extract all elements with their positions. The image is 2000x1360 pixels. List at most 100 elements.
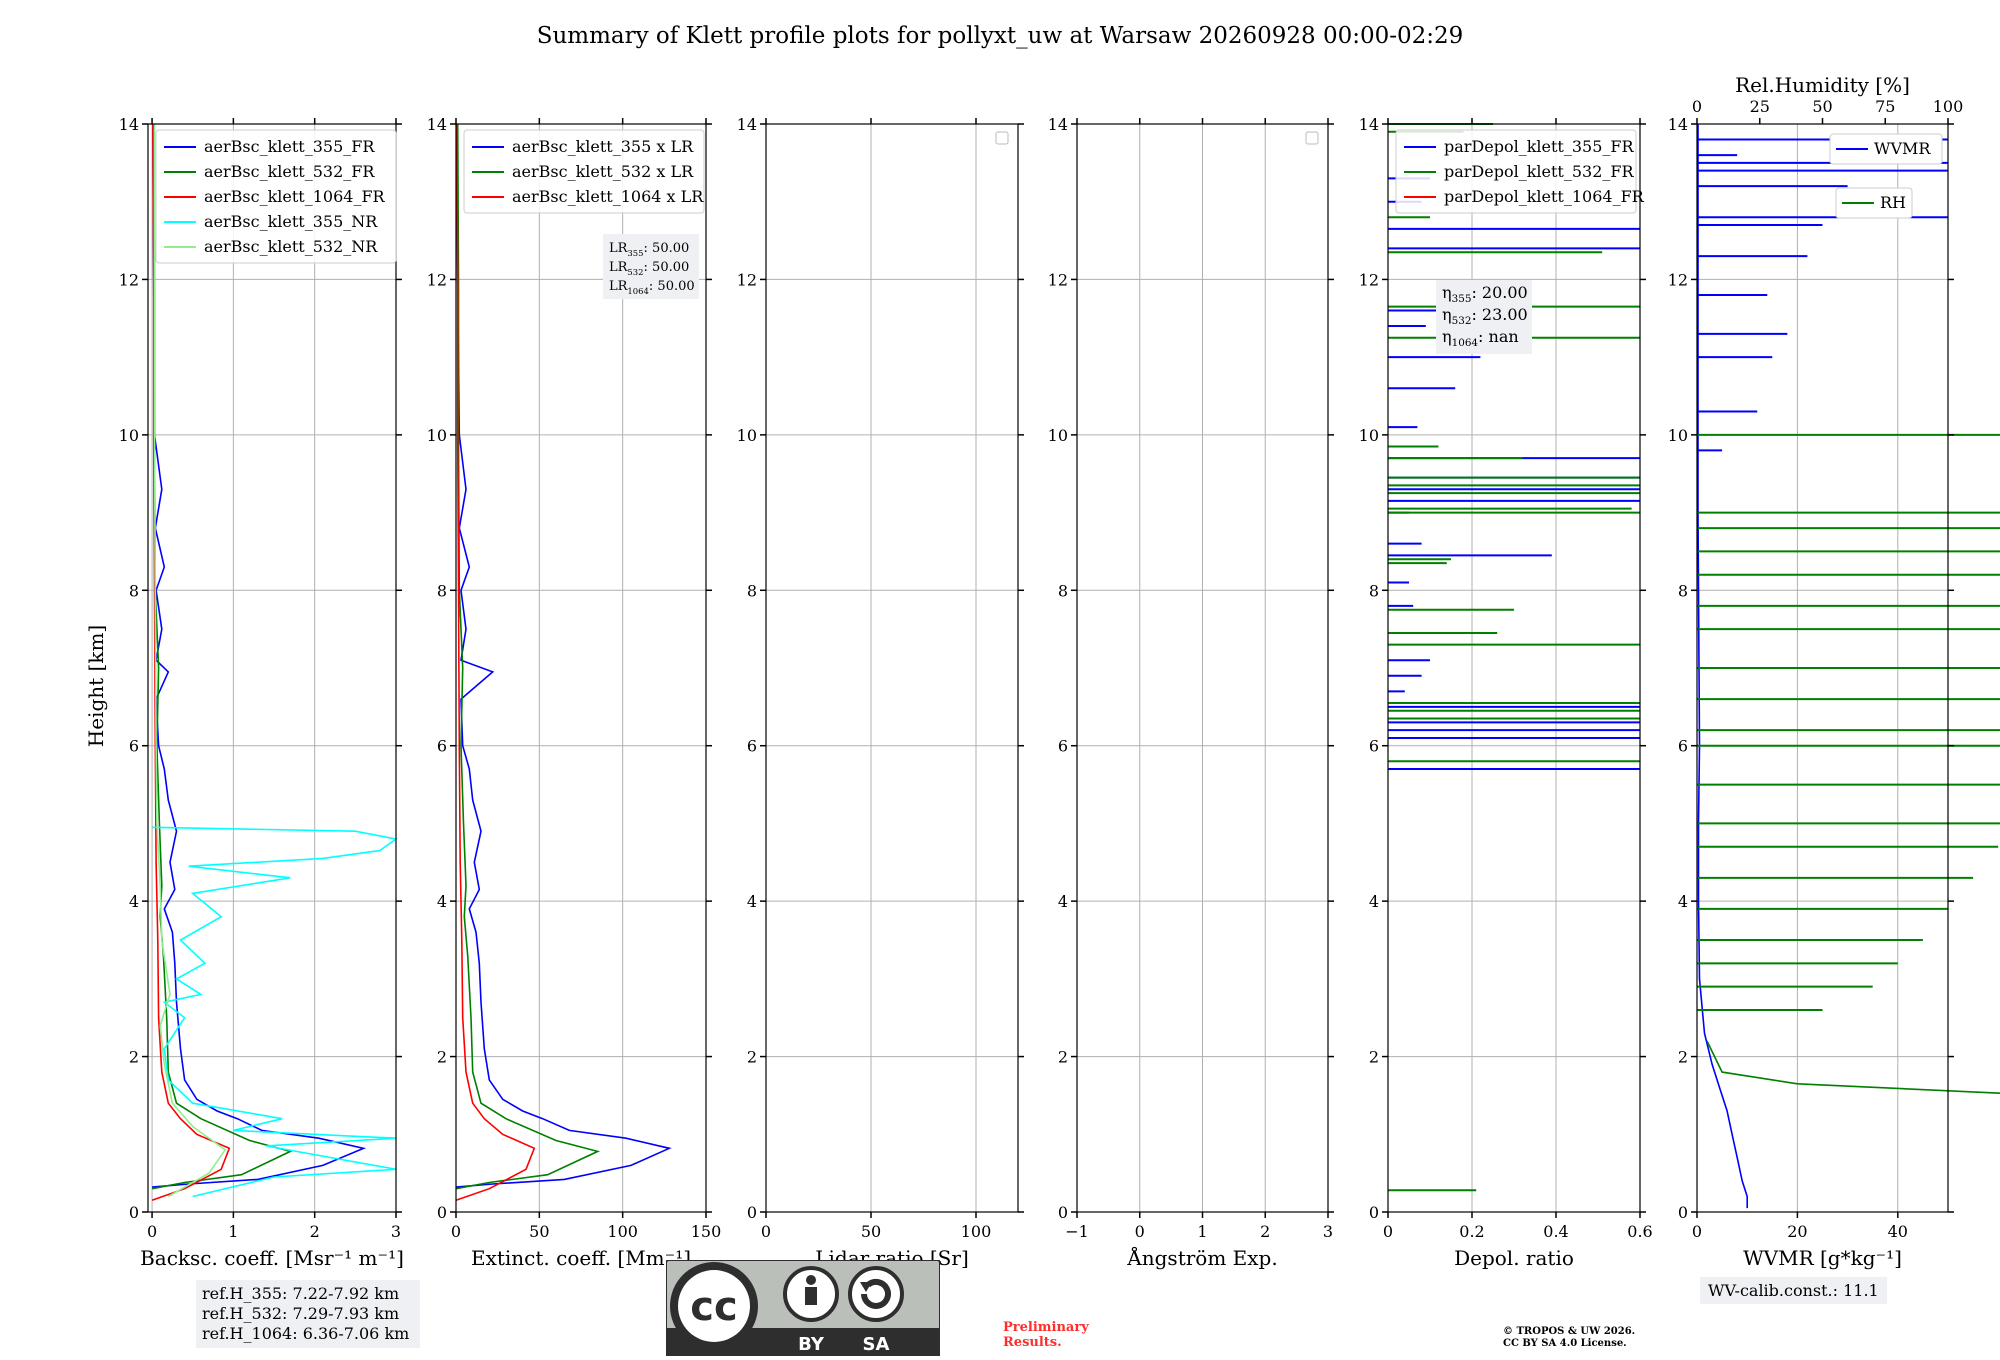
y-tick-label: 14: [119, 115, 139, 134]
y-tick-label: 6: [1678, 737, 1688, 756]
y-tick-label: 8: [437, 581, 447, 600]
y-tick-label: 12: [1668, 270, 1688, 289]
series-line-aerBsc_klett_355_FR: [152, 123, 367, 1188]
y-tick-label: 2: [129, 1048, 139, 1067]
x2-tick-label: 0: [1692, 97, 1702, 116]
y-tick-label: 10: [1359, 426, 1379, 445]
x2-tick-label: 50: [1812, 97, 1832, 116]
y-tick-label: 6: [1058, 737, 1068, 756]
figure-canvas: Summary of Klett profile plots for polly…: [84, 23, 2000, 1270]
legend-label: parDepol_klett_532_FR: [1444, 162, 1635, 181]
legend-label: aerBsc_klett_532 x LR: [512, 162, 694, 181]
x-tick-label: 1: [228, 1222, 238, 1241]
x-tick-label: 100: [607, 1222, 638, 1241]
plot-frame: [147, 123, 397, 1213]
wv-calib-box: WV-calib.const.: 11.1: [1700, 1277, 1887, 1304]
y-tick-label: 12: [737, 270, 757, 289]
panel-3: 024681012140 50 100Lidar ratio [Sr]: [737, 115, 1024, 1270]
lidar-ratio-label: LR1064: 50.00: [609, 279, 695, 296]
legend-label: aerBsc_klett_532_FR: [204, 162, 375, 181]
series-line-aerBsc_klett_532 x LR: [455, 123, 601, 1190]
plot-frame: [765, 123, 1019, 1213]
y-tick-label: 6: [437, 737, 447, 756]
y-tick-label: 4: [1058, 892, 1068, 911]
preliminary-line-2: Results.: [1003, 1335, 1062, 1350]
ref-height-355: ref.H_355: 7.22-7.92 km: [202, 1284, 400, 1303]
x-tick-label: 3: [1323, 1222, 1333, 1241]
legend-label: WVMR: [1874, 139, 1931, 158]
y-tick-label: 2: [1369, 1048, 1379, 1067]
x-tick-label: 100: [961, 1222, 992, 1241]
lidar-ratio-label: LR532: 50.00: [609, 260, 689, 277]
y-tick-label: 14: [1359, 115, 1379, 134]
legend-label: RH: [1880, 193, 1906, 212]
y-tick-label: 14: [1048, 115, 1068, 134]
x2-axis-label: Rel.Humidity [%]: [1735, 73, 1910, 97]
share-alike-icon: [848, 1266, 904, 1322]
empty-legend-box: [1305, 131, 1319, 145]
panel-4: 02468101214−1 0 1 2 3Ångström Exp.: [1048, 115, 1334, 1270]
panel-2: 0 2 4 6 8 10 12 14 0 50 100 150Extinct. coeff. [Mm⁻…: [427, 115, 722, 1270]
x2-tick-label: 75: [1875, 97, 1895, 116]
y-tick-label: 2: [1678, 1048, 1688, 1067]
legend-label: aerBsc_klett_532_NR: [204, 237, 378, 256]
series-line-aerBsc_klett_532_FR: [151, 123, 293, 1190]
y-tick-label: 0: [1678, 1203, 1688, 1222]
x-tick-label: 20: [1787, 1222, 1807, 1241]
y-tick-label: 12: [119, 270, 139, 289]
y-tick-label: 8: [1369, 581, 1379, 600]
x-tick-label: 0: [1135, 1222, 1145, 1241]
lidar-ratio-label: LR355: 50.00: [609, 241, 689, 258]
y-tick-label: 12: [1048, 270, 1068, 289]
panel-5: 0 2 4 6 8 10 12 14 0 0.2 0.4 0.6 Depol. ratio parDepo…: [1359, 115, 1653, 1270]
y-tick-label: 0: [1369, 1203, 1379, 1222]
x-axis-label: Backsc. coeff. [Msr⁻¹ m⁻¹]: [140, 1246, 404, 1270]
y-tick-label: 10: [1048, 426, 1068, 445]
x-tick-label: 2: [310, 1222, 320, 1241]
y-tick-label: 12: [427, 270, 447, 289]
x-axis-label: WVMR [g*kg⁻¹]: [1743, 1246, 1902, 1270]
cc-by-sa-license-badge: cc BY SA: [666, 1260, 940, 1356]
y-axis-label: Height [km]: [84, 625, 108, 747]
ref-height-1064: ref.H_1064: 6.36-7.06 km: [202, 1324, 410, 1343]
series-line-aerBsc_klett_1064_FR: [151, 123, 231, 1202]
empty-legend-box: [995, 131, 1009, 145]
preliminary-line-1: Preliminary: [1003, 1320, 1089, 1335]
badge-by-label: BY: [798, 1334, 825, 1355]
x-tick-label: 150: [691, 1222, 722, 1241]
badge-sa-label: SA: [863, 1334, 890, 1355]
y-tick-label: 0: [747, 1203, 757, 1222]
x-tick-label: 0: [1383, 1222, 1393, 1241]
y-tick-label: 2: [437, 1048, 447, 1067]
y-tick-label: 8: [1678, 581, 1688, 600]
y-tick-label: 14: [1668, 115, 1688, 134]
y-tick-label: 6: [747, 737, 757, 756]
x-axis-label: Ångström Exp.: [1126, 1245, 1277, 1270]
ref-heights-box: ref.H_355: 7.22-7.92 km ref.H_532: 7.29-…: [196, 1280, 420, 1348]
y-tick-label: 4: [747, 892, 757, 911]
x-tick-label: −1: [1065, 1222, 1089, 1241]
preliminary-note: Preliminary Results.: [1003, 1320, 1089, 1350]
y-tick-label: 4: [437, 892, 447, 911]
y-tick-label: 8: [129, 581, 139, 600]
x2-tick-label: 25: [1750, 97, 1770, 116]
cc-logo-icon: cc: [690, 1284, 737, 1330]
panel-1: 024681012140 1 2 3Backsc. coeff. [Msr⁻¹ m⁻¹…: [119, 115, 404, 1270]
x2-tick-label: 100: [1933, 97, 1964, 116]
y-tick-label: 0: [129, 1203, 139, 1222]
legend-label: aerBsc_klett_1064_FR: [204, 187, 386, 206]
x-tick-label: 0.2: [1459, 1222, 1484, 1241]
x-tick-label: 3: [391, 1222, 401, 1241]
series-line-aerBsc_klett_355_NR: [152, 826, 398, 1198]
x-tick-label: 0.6: [1627, 1222, 1652, 1241]
y-tick-label: 14: [737, 115, 757, 134]
copyright-line-1: © TROPOS & UW 2026.: [1503, 1326, 1636, 1337]
legend-label: parDepol_klett_1064_FR: [1444, 187, 1645, 206]
y-tick-label: 4: [1678, 892, 1688, 911]
panel-6: 024681012140 20 40WVMR [g*kg⁻¹]0 25 50 75 100R…: [1668, 73, 2000, 1270]
y-tick-label: 8: [1058, 581, 1068, 600]
y-tick-label: 4: [1369, 892, 1379, 911]
legend-label: parDepol_klett_355_FR: [1444, 137, 1635, 156]
x-axis-label: Depol. ratio: [1454, 1246, 1574, 1270]
y-tick-label: 6: [129, 737, 139, 756]
